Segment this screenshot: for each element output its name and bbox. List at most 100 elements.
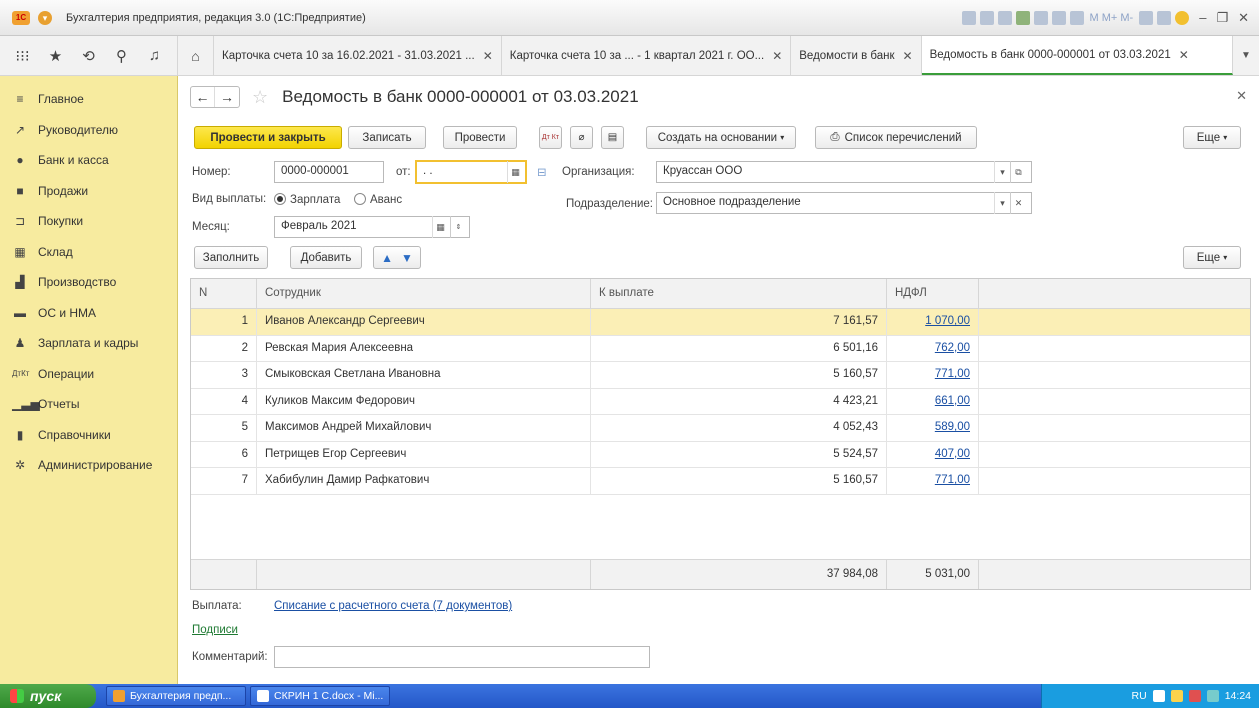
chevron-down-icon[interactable]: ▾ <box>994 161 1010 183</box>
close-tab-icon[interactable]: ✕ <box>903 49 913 63</box>
start-button[interactable]: пуск <box>0 684 96 708</box>
network-icon[interactable] <box>1170 690 1183 702</box>
minimize-icon[interactable]: – <box>1199 10 1206 25</box>
preview-icon[interactable] <box>997 10 1012 25</box>
payment-documents-link[interactable]: Списание с расчетного счета (7 документо… <box>274 600 512 612</box>
sidebar-item-assets[interactable]: ▬ ОС и НМА <box>0 298 177 329</box>
ndfl-cell[interactable]: 771,00 <box>887 362 979 388</box>
sidebar-item-warehouse[interactable]: ▦ Склад <box>0 237 177 268</box>
language-indicator[interactable]: RU <box>1132 690 1147 702</box>
fill-button[interactable]: Заполнить <box>194 246 268 269</box>
ndfl-link[interactable]: 661,00 <box>935 395 970 407</box>
pay-cell[interactable]: 4 052,43 <box>591 415 887 441</box>
table-row[interactable]: 7 Хабибулин Дамир Рафкатович 5 160,57 77… <box>191 468 1250 495</box>
pay-cell[interactable]: 5 160,57 <box>591 468 887 494</box>
print-icon[interactable] <box>979 10 994 25</box>
search-icon[interactable]: ⚲ <box>112 47 132 65</box>
pay-cell[interactable]: 4 423,21 <box>591 388 887 414</box>
column-header-pay[interactable]: К выплате <box>591 279 887 308</box>
sidebar-item-operations[interactable]: ДтКт Операции <box>0 359 177 390</box>
post-button[interactable]: Провести <box>443 126 517 149</box>
signatures-link[interactable]: Подписи <box>192 624 238 636</box>
functions-menu-icon[interactable]: ⁝⁝⁝ <box>13 47 33 65</box>
info-icon[interactable] <box>1175 10 1190 25</box>
ndfl-link[interactable]: 407,00 <box>935 448 970 460</box>
payout-salary-radio[interactable]: Зарплата <box>274 193 340 206</box>
move-down-icon[interactable]: ▼ <box>401 251 413 265</box>
favorite-star-icon[interactable]: ☆ <box>252 87 268 108</box>
table-row[interactable]: 2 Ревская Мария Алексеевна 6 501,16 762,… <box>191 335 1250 362</box>
ndfl-link[interactable]: 589,00 <box>935 421 970 433</box>
sidebar-item-salary[interactable]: ♟ Зарплата и кадры <box>0 328 177 359</box>
history-icon[interactable]: ⟲ <box>79 47 99 65</box>
transfer-list-button[interactable]: ⎙ Список перечислений <box>815 126 977 149</box>
column-header-ndfl[interactable]: НДФЛ <box>887 279 979 308</box>
payout-advance-radio[interactable]: Аванс <box>354 193 402 206</box>
ndfl-cell[interactable]: 762,00 <box>887 335 979 361</box>
structure-button[interactable]: ▤ <box>601 126 624 149</box>
pay-cell[interactable]: 7 161,57 <box>591 309 887 335</box>
add-button[interactable]: Добавить <box>290 246 362 269</box>
save-button[interactable]: Записать <box>348 126 426 149</box>
tab-bank-statements[interactable]: Ведомости в банк ✕ <box>791 36 922 75</box>
employee-cell[interactable]: Смыковская Светлана Ивановна <box>257 362 591 388</box>
pay-cell[interactable]: 5 524,57 <box>591 441 887 467</box>
taskbar-item-1c[interactable]: Бухгалтерия предп... <box>106 686 246 706</box>
close-tab-icon[interactable]: ✕ <box>1179 48 1189 62</box>
zoom-icon[interactable] <box>1139 10 1154 25</box>
sidebar-item-references[interactable]: ▮ Справочники <box>0 420 177 451</box>
employee-cell[interactable]: Ревская Мария Алексеевна <box>257 335 591 361</box>
month-stepper-icon[interactable]: ⇕ <box>450 216 466 238</box>
more-button[interactable]: Еще ▾ <box>1183 126 1241 149</box>
memory-buttons[interactable]: M M+ M- <box>1090 12 1134 24</box>
employee-cell[interactable]: Хабибулин Дамир Рафкатович <box>257 468 591 494</box>
close-tab-icon[interactable]: ✕ <box>483 49 493 63</box>
number-field[interactable]: 0000-000001 <box>274 161 384 183</box>
calendar-icon[interactable]: ▦ <box>432 216 448 238</box>
calendar-icon[interactable] <box>1069 10 1084 25</box>
ndfl-cell[interactable]: 661,00 <box>887 388 979 414</box>
open-icon[interactable]: ⧉ <box>1010 161 1026 183</box>
sidebar-item-production[interactable]: ▟ Производство <box>0 267 177 298</box>
tab-bank-statement-doc[interactable]: Ведомость в банк 0000-000001 от 03.03.20… <box>921 36 1233 75</box>
tabs-dropdown-icon[interactable]: ▼ <box>1233 36 1259 75</box>
copy-icon[interactable] <box>1033 10 1048 25</box>
chevron-down-icon[interactable]: ▾ <box>994 192 1010 214</box>
pay-cell[interactable]: 5 160,57 <box>591 362 887 388</box>
table-row[interactable]: 1 Иванов Александр Сергеевич 7 161,57 1 … <box>191 309 1250 336</box>
clear-icon[interactable]: ✕ <box>1010 192 1026 214</box>
organization-field[interactable]: Круассан ООО <box>656 161 1032 183</box>
tab-account-card-1[interactable]: Карточка счета 10 за 16.02.2021 - 31.03.… <box>214 36 502 75</box>
create-based-on-button[interactable]: Создать на основании ▾ <box>646 126 796 149</box>
shield-icon[interactable] <box>1188 690 1201 702</box>
employee-cell[interactable]: Куликов Максим Федорович <box>257 388 591 414</box>
close-form-icon[interactable]: ✕ <box>1236 88 1247 104</box>
table-row[interactable]: 6 Петрищев Егор Сергеевич 5 524,57 407,0… <box>191 441 1250 468</box>
dt-kt-button[interactable]: Дт Кт <box>539 126 562 149</box>
org-history-icon[interactable]: ⊟ <box>537 165 547 179</box>
sidebar-item-manager[interactable]: ↗ Руководителю <box>0 115 177 146</box>
attach-button[interactable]: ⌀ <box>570 126 593 149</box>
save-icon[interactable] <box>961 10 976 25</box>
window-icon[interactable] <box>1157 10 1172 25</box>
favorites-icon[interactable]: ★ <box>46 47 66 65</box>
ndfl-link[interactable]: 771,00 <box>935 474 970 486</box>
close-tab-icon[interactable]: ✕ <box>772 49 782 63</box>
table-row[interactable]: 4 Куликов Максим Федорович 4 423,21 661,… <box>191 388 1250 415</box>
sidebar-item-reports[interactable]: ▁▃▅ Отчеты <box>0 389 177 420</box>
home-icon[interactable]: ⌂ <box>178 36 214 75</box>
back-icon[interactable]: ← <box>191 87 215 107</box>
close-window-icon[interactable]: ✕ <box>1238 10 1249 26</box>
table-more-button[interactable]: Еще ▾ <box>1183 246 1241 269</box>
help-icon[interactable] <box>1152 690 1165 702</box>
sidebar-item-bank[interactable]: ● Банк и касса <box>0 145 177 176</box>
ndfl-link[interactable]: 762,00 <box>935 342 970 354</box>
tab-account-card-2[interactable]: Карточка счета 10 за ... - 1 квартал 202… <box>502 36 792 75</box>
ndfl-link[interactable]: 771,00 <box>935 368 970 380</box>
ndfl-cell[interactable]: 771,00 <box>887 468 979 494</box>
taskbar-item-word[interactable]: СКРИН 1 С.docx - Mi... <box>250 686 390 706</box>
ndfl-cell[interactable]: 589,00 <box>887 415 979 441</box>
forward-icon[interactable]: → <box>215 87 239 107</box>
pay-cell[interactable]: 6 501,16 <box>591 335 887 361</box>
move-up-icon[interactable]: ▲ <box>381 251 393 265</box>
